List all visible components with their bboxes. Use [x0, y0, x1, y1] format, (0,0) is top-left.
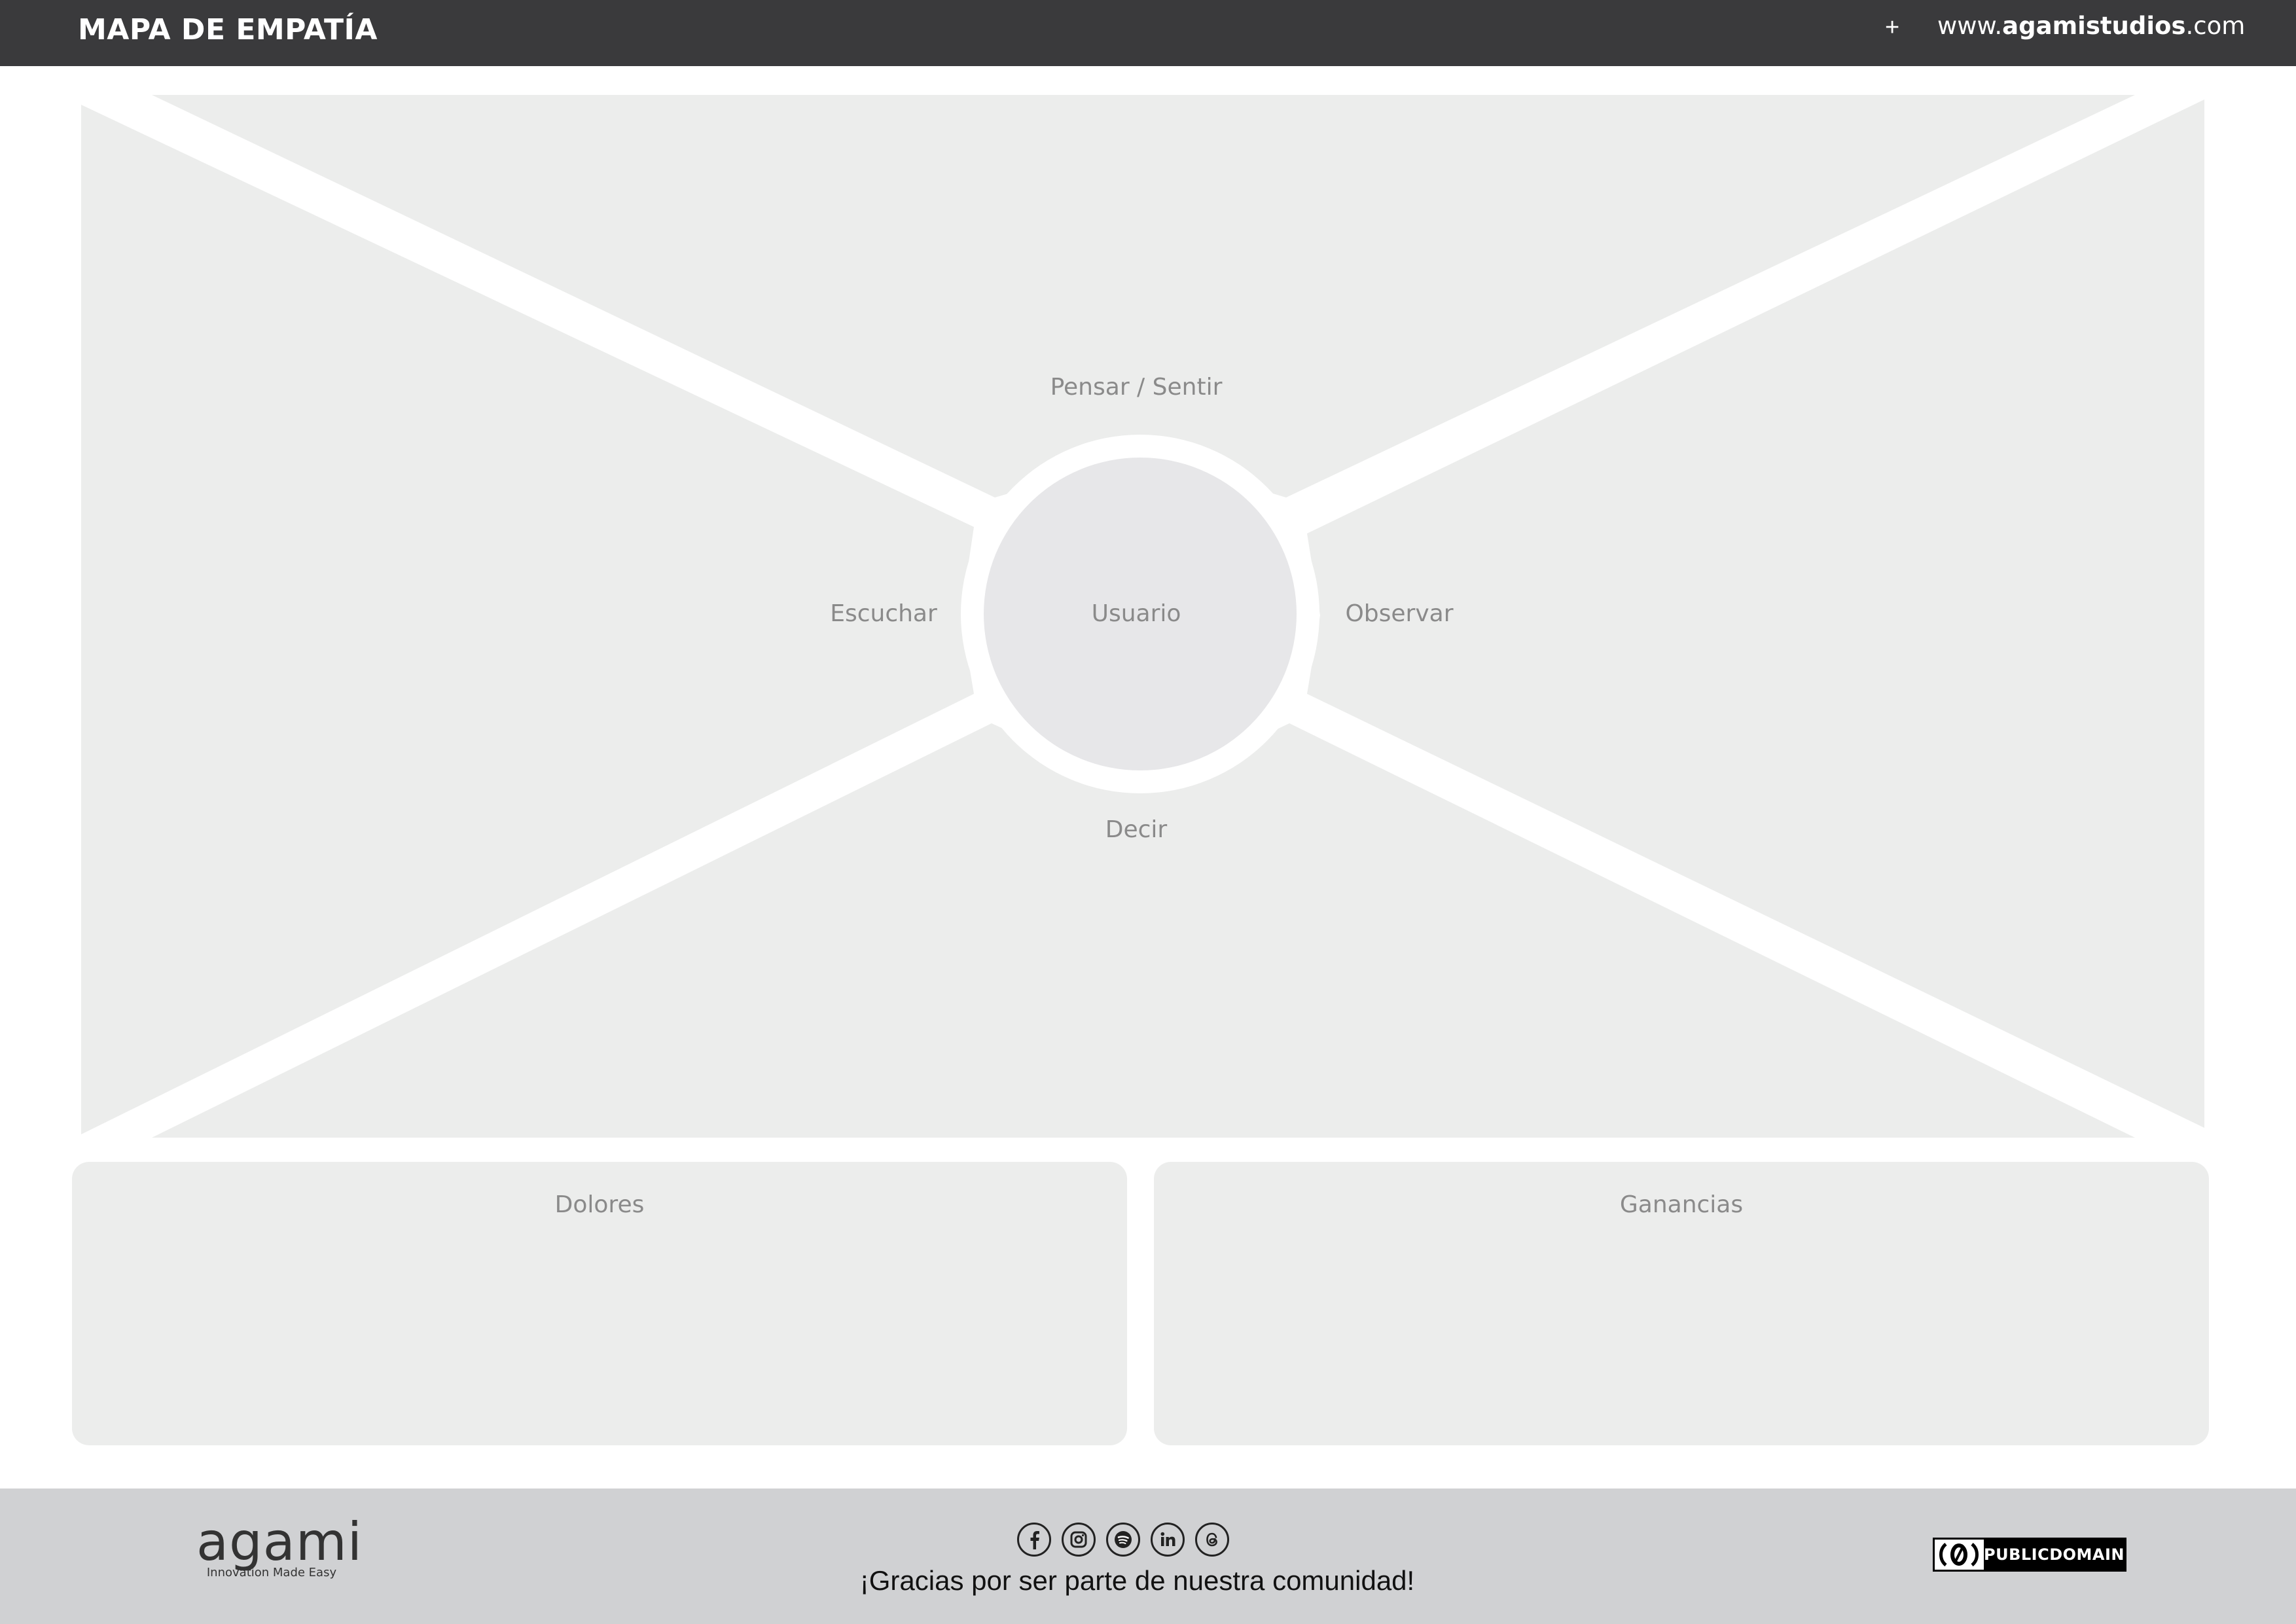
brand-name: agami: [196, 1511, 363, 1572]
linkedin-icon[interactable]: [1151, 1523, 1185, 1557]
brand-logo[interactable]: agami Innovation Made Easy: [196, 1511, 363, 1580]
label-escuchar: Escuchar: [830, 600, 937, 627]
label-pensar-sentir: Pensar / Sentir: [1050, 374, 1223, 401]
license-label: PUBLICDOMAIN: [1983, 1545, 2125, 1564]
facebook-icon[interactable]: [1017, 1523, 1051, 1557]
brand-tagline: Innovation Made Easy: [206, 1566, 337, 1579]
public-domain-icon: [1935, 1540, 1984, 1570]
label-decir: Decir: [1105, 816, 1168, 843]
spotify-icon[interactable]: [1106, 1523, 1140, 1557]
social-links: [1017, 1523, 1229, 1557]
footer-bar: agami Innovation Made Easy ¡Gracias por …: [0, 1489, 2296, 1624]
public-domain-badge[interactable]: PUBLICDOMAIN: [1933, 1538, 2126, 1572]
label-observar: Observar: [1345, 600, 1454, 627]
label-ganancias: Ganancias: [1619, 1191, 1744, 1218]
panel-dolores[interactable]: Dolores: [72, 1162, 1127, 1445]
threads-icon[interactable]: [1195, 1523, 1229, 1557]
label-dolores: Dolores: [554, 1191, 645, 1218]
panel-ganancias[interactable]: Ganancias: [1154, 1162, 2209, 1445]
thanks-message: ¡Gracias por ser parte de nuestra comuni…: [859, 1565, 1415, 1596]
label-usuario: Usuario: [1091, 600, 1181, 627]
instagram-icon[interactable]: [1062, 1523, 1096, 1557]
